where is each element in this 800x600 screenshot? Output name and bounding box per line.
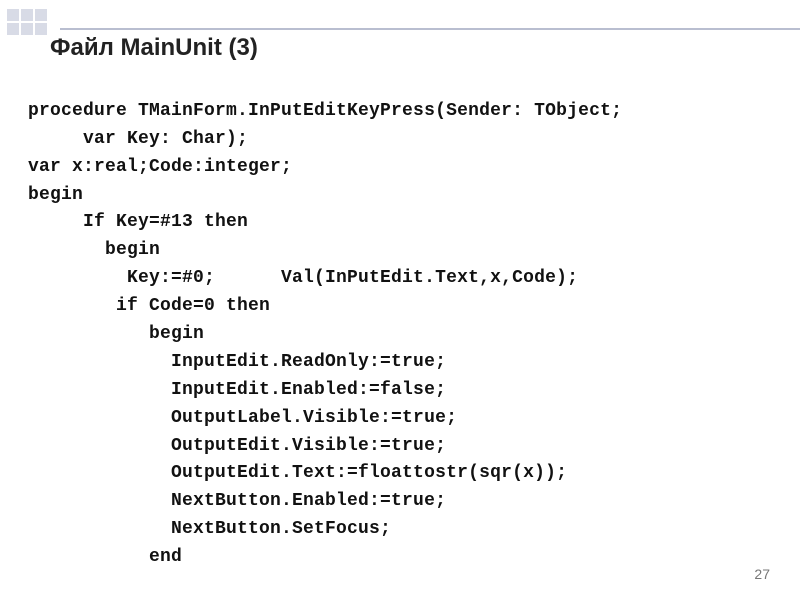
slide-decoration xyxy=(6,8,48,36)
code-line: if Code=0 then xyxy=(28,296,270,316)
code-line: NextButton.Enabled:=true; xyxy=(28,491,446,511)
code-line: OutputEdit.Text:=floattostr(sqr(x)); xyxy=(28,463,567,483)
code-line: begin xyxy=(28,185,83,205)
code-line: procedure TMainForm.InPutEditKeyPress(Se… xyxy=(28,101,622,121)
slide-decoration-line xyxy=(60,28,800,30)
code-line: begin xyxy=(28,240,160,260)
code-line: InputEdit.ReadOnly:=true; xyxy=(28,352,446,372)
code-line: end xyxy=(28,547,182,567)
code-line: var Key: Char); xyxy=(28,129,248,149)
code-line: OutputEdit.Visible:=true; xyxy=(28,436,446,456)
code-line: var x:real;Code:integer; xyxy=(28,157,292,177)
code-line: OutputLabel.Visible:=true; xyxy=(28,408,457,428)
code-line: Key:=#0; Val(InPutEdit.Text,x,Code); xyxy=(28,268,578,288)
slide-title: Файл MainUnit (3) xyxy=(50,34,258,62)
code-line: InputEdit.Enabled:=false; xyxy=(28,380,446,400)
code-line: NextButton.SetFocus; xyxy=(28,519,391,539)
page-number: 27 xyxy=(754,566,770,582)
code-line: If Key=#13 then xyxy=(28,212,248,232)
code-block: procedure TMainForm.InPutEditKeyPress(Se… xyxy=(28,70,780,572)
code-line: begin xyxy=(28,324,204,344)
